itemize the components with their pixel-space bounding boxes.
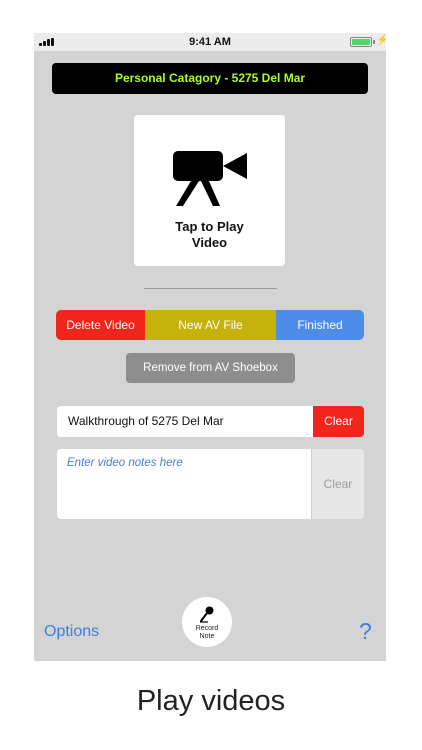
remove-from-shoebox-button[interactable]: Remove from AV Shoebox: [126, 353, 295, 383]
play-video-label-line2: Video: [191, 235, 228, 250]
play-video-label: Tap to Play Video: [134, 219, 285, 251]
new-av-file-button[interactable]: New AV File: [145, 310, 276, 340]
status-time: 9:41 AM: [189, 36, 231, 48]
divider: [144, 288, 277, 289]
delete-video-button[interactable]: Delete Video: [56, 310, 145, 340]
charging-bolt-icon: ⚡: [376, 35, 386, 46]
finished-button[interactable]: Finished: [276, 310, 364, 340]
category-title-bar: Personal Catagory - 5275 Del Mar: [52, 63, 368, 94]
record-note-button[interactable]: Record Note: [182, 597, 232, 647]
video-notes-placeholder: Enter video notes here: [67, 457, 183, 469]
status-bar: 9:41 AM ⚡: [34, 33, 386, 51]
play-video-tile[interactable]: Tap to Play Video: [134, 115, 285, 266]
video-notes-field[interactable]: Enter video notes here: [57, 449, 311, 519]
battery-level: [352, 39, 370, 45]
title-clear-button[interactable]: Clear: [313, 406, 364, 437]
screenshot-caption: Play videos: [136, 685, 286, 717]
record-note-label: Record Note: [182, 625, 232, 641]
help-button[interactable]: ?: [359, 618, 372, 645]
options-button[interactable]: Options: [44, 623, 99, 641]
record-note-label-line1: Record: [195, 625, 219, 632]
notes-clear-button[interactable]: Clear: [311, 449, 364, 519]
battery-cap: [373, 40, 375, 44]
microphone-icon: [200, 606, 214, 623]
video-camera-icon: [173, 151, 247, 206]
record-note-label-line2: Note: [199, 633, 215, 640]
battery-icon: [350, 37, 372, 47]
video-title-input[interactable]: [57, 406, 313, 437]
play-video-label-line1: Tap to Play: [175, 219, 244, 234]
phone-screen: 9:41 AM ⚡ Personal Catagory - 5275 Del M…: [34, 33, 386, 661]
